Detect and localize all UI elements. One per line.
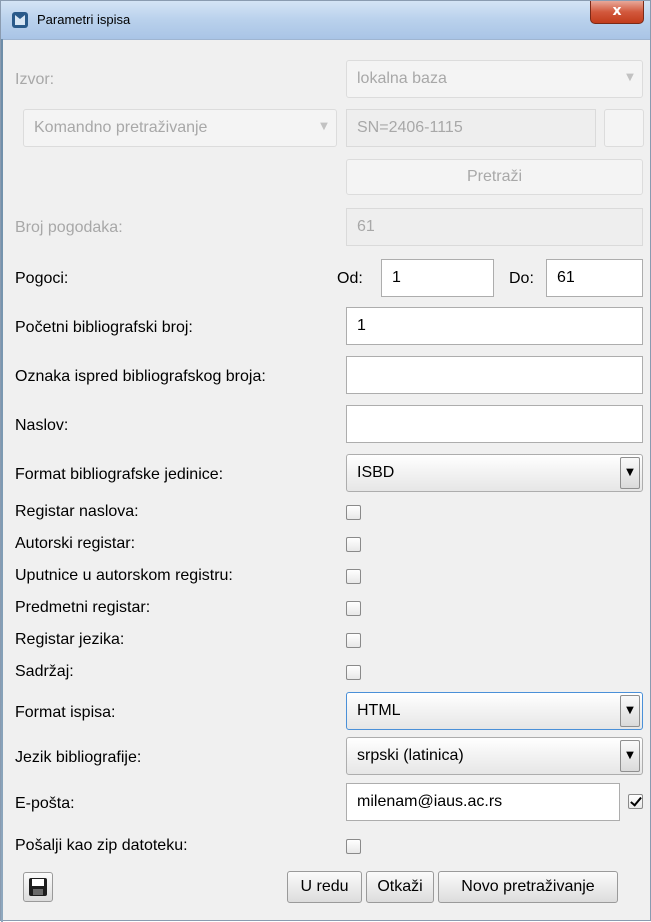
format-unit-value: ISBD bbox=[357, 464, 395, 481]
checkbox-label: Registar jezika: bbox=[15, 631, 125, 648]
language-value: srpski (latinica) bbox=[357, 747, 464, 764]
format-unit-label: Format bibliografske jedinice: bbox=[15, 466, 224, 483]
naslov-label: Naslov: bbox=[15, 417, 69, 434]
pogoci-label: Pogoci: bbox=[15, 270, 69, 287]
chevron-down-icon[interactable]: ▼ bbox=[620, 457, 640, 489]
registar-naslova-checkbox[interactable] bbox=[346, 505, 361, 520]
zip-checkbox[interactable] bbox=[346, 839, 361, 854]
hits-label: Broj pogodaka: bbox=[15, 219, 123, 236]
predmetni-registar-checkbox[interactable] bbox=[346, 601, 361, 616]
format-output-value: HTML bbox=[357, 702, 401, 719]
uputnice-checkbox[interactable] bbox=[346, 569, 361, 584]
hits-field: 61 bbox=[346, 208, 643, 246]
izvor-label: Izvor: bbox=[15, 71, 55, 88]
autorski-registar-checkbox[interactable] bbox=[346, 537, 361, 552]
checkbox-label: Predmetni registar: bbox=[15, 599, 151, 616]
naslov-field[interactable] bbox=[346, 405, 643, 443]
query-options-button bbox=[604, 109, 644, 147]
email-field[interactable]: milenam@iaus.ac.rs bbox=[346, 783, 620, 821]
registar-jezika-checkbox[interactable] bbox=[346, 633, 361, 648]
close-button[interactable]: x bbox=[590, 1, 644, 24]
prefix-label: Oznaka ispred bibliografskog broja: bbox=[15, 368, 266, 385]
email-label: E-pošta: bbox=[15, 795, 75, 812]
new-search-button[interactable]: Novo pretraživanje bbox=[438, 871, 618, 903]
chevron-down-icon: ▼ bbox=[626, 72, 634, 83]
window-edge bbox=[1, 39, 3, 922]
search-mode-value: Komandno pretraživanje bbox=[34, 119, 208, 136]
checkbox-label: Autorski registar: bbox=[15, 535, 136, 552]
print-parameters-dialog: Parametri ispisa x Izvor: lokalna baza ▼… bbox=[0, 0, 651, 922]
from-field[interactable]: 1 bbox=[381, 259, 494, 297]
izvor-select: lokalna baza ▼ bbox=[346, 60, 643, 98]
email-enabled-checkbox[interactable] bbox=[628, 794, 643, 809]
to-field[interactable]: 61 bbox=[546, 259, 643, 297]
title-bar: Parametri ispisa x bbox=[1, 1, 650, 40]
sadrzaj-checkbox[interactable] bbox=[346, 665, 361, 680]
chevron-down-icon[interactable]: ▼ bbox=[620, 695, 640, 727]
search-query-field: SN=2406-1115 bbox=[346, 109, 596, 147]
app-icon bbox=[12, 12, 28, 28]
language-select[interactable]: srpski (latinica) ▼ bbox=[346, 737, 643, 775]
izvor-value: lokalna baza bbox=[357, 70, 447, 87]
search-button: Pretraži bbox=[346, 159, 643, 195]
checkbox-label: Registar naslova: bbox=[15, 503, 139, 520]
chevron-down-icon[interactable]: ▼ bbox=[620, 740, 640, 772]
save-button[interactable] bbox=[23, 872, 53, 902]
window-title: Parametri ispisa bbox=[37, 12, 131, 27]
language-label: Jezik bibliografije: bbox=[15, 749, 142, 766]
start-number-label: Početni bibliografski broj: bbox=[15, 319, 193, 336]
checkbox-label: Uputnice u autorskom registru: bbox=[15, 567, 233, 584]
save-icon bbox=[29, 878, 47, 896]
search-mode-select: Komandno pretraživanje ▼ bbox=[23, 109, 337, 147]
format-unit-select[interactable]: ISBD ▼ bbox=[346, 454, 643, 492]
checkbox-label: Sadržaj: bbox=[15, 663, 74, 680]
cancel-button[interactable]: Otkaži bbox=[366, 871, 434, 903]
format-output-select[interactable]: HTML ▼ bbox=[346, 692, 643, 730]
chevron-down-icon: ▼ bbox=[320, 121, 328, 132]
start-number-field[interactable]: 1 bbox=[346, 307, 643, 345]
format-output-label: Format ispisa: bbox=[15, 704, 116, 721]
ok-button[interactable]: U redu bbox=[287, 871, 362, 903]
to-label: Do: bbox=[509, 270, 534, 287]
prefix-field[interactable] bbox=[346, 356, 643, 394]
zip-label: Pošalji kao zip datoteku: bbox=[15, 837, 188, 854]
from-label: Od: bbox=[337, 270, 363, 287]
